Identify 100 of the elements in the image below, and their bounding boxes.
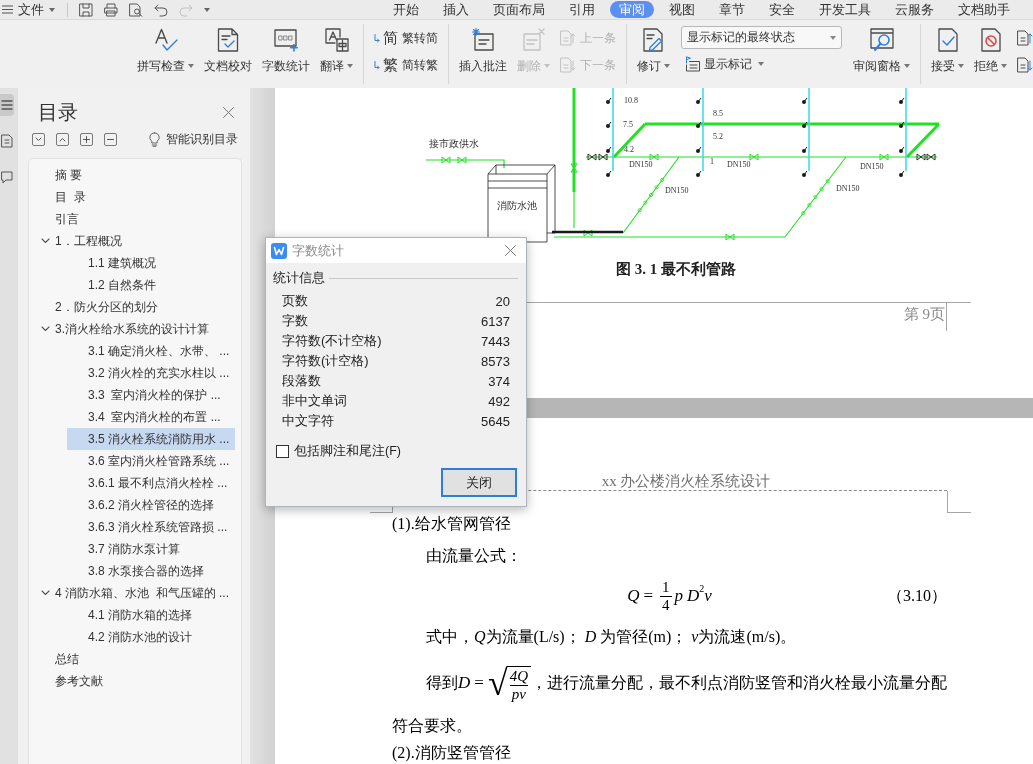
ribbon-button[interactable]: 审阅窗格 (848, 24, 915, 84)
chevron-down-icon[interactable] (41, 238, 50, 244)
toc-item[interactable]: 3.6.1 最不利点消火栓栓 ... (67, 472, 235, 494)
caret-icon[interactable] (347, 64, 353, 68)
toc-item[interactable]: 3.3 室内消火栓的保护 ... (67, 384, 235, 406)
stat-value: 6137 (481, 313, 510, 329)
toc-item[interactable]: 3.6 室内消火栓管路系统 ... (67, 450, 235, 472)
toc-item[interactable]: 1.2 自然条件 (67, 274, 235, 296)
sidebar-tab[interactable] (0, 94, 14, 116)
document-down-arrow-icon[interactable] (1017, 57, 1033, 73)
plus-icon[interactable] (80, 132, 93, 146)
toc-item[interactable]: 参考文献 (34, 670, 235, 692)
ribbon-button[interactable]: 插入批注 (454, 24, 512, 84)
save-icon[interactable] (79, 2, 93, 17)
toc-item[interactable]: 引言 (34, 208, 235, 230)
menu-tab[interactable]: 引用 (560, 1, 604, 18)
caret-icon[interactable] (958, 64, 964, 68)
menu-tab[interactable]: 章节 (710, 1, 754, 18)
caret-icon[interactable] (758, 62, 764, 66)
smart-toc-button[interactable]: 智能识别目录 (149, 130, 238, 148)
ribbon-button[interactable]: 显示标记 (685, 56, 764, 72)
undo-icon[interactable] (154, 2, 168, 17)
close-icon[interactable] (505, 245, 516, 256)
comment-add-icon[interactable] (471, 28, 495, 52)
translate-icon[interactable] (324, 28, 349, 52)
toc-item[interactable]: 1.1 建筑概况 (67, 252, 235, 274)
ribbon-button[interactable]: 简 繁转简 (374, 30, 438, 46)
ribbon-button[interactable]: 翻译 (315, 24, 358, 84)
ribbon-button[interactable]: 拼写检查 (132, 24, 199, 84)
toc-item[interactable]: 3.7 消防水泵计算 (67, 538, 235, 560)
menu-tab[interactable]: 开始 (384, 1, 428, 18)
toc-item[interactable]: 3.4 室内消火栓的布置 ... (67, 406, 235, 428)
caret-icon[interactable] (664, 64, 670, 68)
minus-icon[interactable] (104, 132, 117, 146)
checkbox-label[interactable]: 包括脚注和尾注(F) (294, 442, 401, 460)
ribbon-button[interactable]: 拒绝 (969, 24, 1012, 84)
menu-tab[interactable]: 页面布局 (484, 1, 554, 18)
toc-item[interactable]: 3.1 确定消火栓、水带、 ... (67, 340, 235, 362)
ribbon-button[interactable]: 修订 (632, 24, 675, 84)
section-heading: (2).消防竖管管径 (392, 744, 511, 761)
caret-icon[interactable] (204, 7, 210, 12)
ribbon-button[interactable]: 字数统计 (257, 24, 315, 84)
flag-list-icon[interactable] (685, 56, 701, 72)
chevron-down-icon[interactable] (41, 590, 50, 596)
menu-tab[interactable]: 安全 (760, 1, 804, 18)
toc-item[interactable]: 总结 (34, 648, 235, 670)
print-preview-icon[interactable] (129, 2, 143, 17)
toc-item[interactable]: 3.8 水泵接合器的选择 (67, 560, 235, 582)
toc-item[interactable]: 3.6.2 消火栓管径的选择 (67, 494, 235, 516)
checkbox[interactable] (276, 444, 289, 458)
caret-icon[interactable] (49, 7, 55, 12)
caret-icon[interactable] (188, 64, 194, 68)
caret-icon[interactable] (1001, 64, 1007, 68)
menu-icon[interactable] (2, 5, 13, 14)
menu-tab[interactable]: 云服务 (886, 1, 943, 18)
ribbon-button[interactable]: 接受 (926, 24, 969, 84)
document-check-icon[interactable] (935, 28, 960, 52)
menu-tab[interactable]: 文档助手 (949, 1, 1019, 18)
body-text: 符合要求。 (392, 717, 472, 734)
ribbon-button[interactable]: 繁 简转繁 (374, 57, 438, 73)
toc-item[interactable]: 1．工程概况 (34, 230, 235, 252)
toc-item[interactable]: 4.1 消防水箱的选择 (67, 604, 235, 626)
figure-caption: 图 3. 1 最不利管路 (616, 260, 736, 279)
toc-item[interactable]: 3.6.3 消火栓系统管路损 ... (67, 516, 235, 538)
close-button[interactable]: 关闭 (441, 468, 517, 497)
lightbulb-icon[interactable] (149, 131, 160, 147)
toc-item[interactable]: 3.消火栓给水系统的设计计算 (34, 318, 235, 340)
menu-tab[interactable]: 视图 (660, 1, 704, 18)
search-pane-icon[interactable] (869, 28, 894, 52)
print-icon[interactable] (104, 2, 118, 17)
toc-item[interactable]: 3.2 消火栓的充实水柱以 ... (67, 362, 235, 384)
toc-item[interactable]: 摘 要 (34, 164, 235, 186)
toc-item[interactable]: 目 录 (34, 186, 235, 208)
toc-item[interactable]: 2．防火分区的划分 (34, 296, 235, 318)
ribbon-button[interactable]: 文档校对 (199, 24, 257, 84)
toc-item[interactable]: 4 消防水箱、水池 和气压罐的 ... (34, 582, 235, 604)
comment-icon[interactable] (1, 170, 13, 184)
document-block-icon[interactable] (978, 28, 1003, 52)
close-icon[interactable] (223, 106, 234, 118)
menu-tab[interactable]: 插入 (434, 1, 478, 18)
chevron-down-icon[interactable] (32, 132, 45, 146)
markup-mode-select[interactable]: 显示标记的最终状态 (681, 26, 842, 49)
caret-icon[interactable] (830, 35, 836, 40)
menu-tab[interactable]: 开发工具 (810, 1, 880, 18)
document-up-arrow-icon[interactable] (1017, 30, 1033, 46)
caret-icon[interactable] (904, 64, 910, 68)
list-icon[interactable] (1, 99, 13, 111)
curved-arrow-icon[interactable] (374, 33, 380, 43)
chevron-down-icon[interactable] (41, 326, 50, 332)
curved-arrow-icon[interactable] (374, 60, 380, 70)
chevron-up-icon[interactable] (56, 132, 69, 146)
diagram-note: 接市政供水 (429, 138, 479, 149)
word-count-icon[interactable] (274, 28, 298, 52)
document-check-icon[interactable] (216, 28, 240, 52)
toc-item[interactable]: 3.5 消火栓系统消防用水 ... (67, 428, 235, 450)
document-edit-icon[interactable] (641, 28, 666, 52)
toc-item[interactable]: 4.2 消防水池的设计 (67, 626, 235, 648)
document-icon[interactable] (1, 134, 13, 148)
spellcheck-icon[interactable] (153, 28, 178, 52)
file-menu-button[interactable]: 文件 (2, 0, 55, 19)
